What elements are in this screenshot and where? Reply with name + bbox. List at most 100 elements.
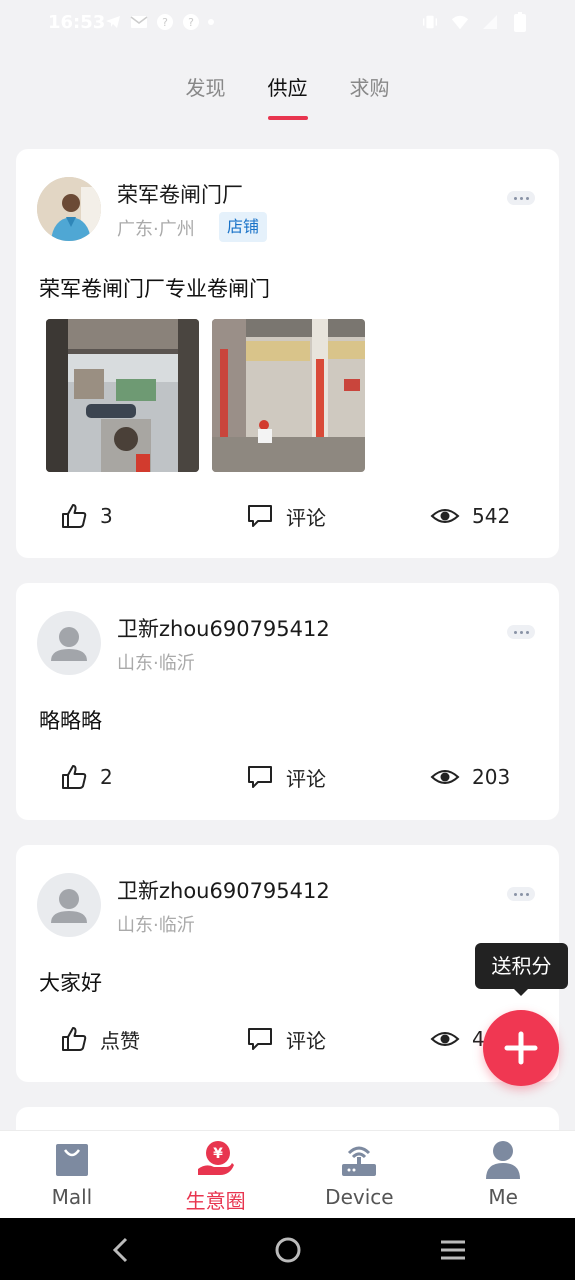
system-nav-bar — [0, 1218, 575, 1280]
like-label: 点赞 — [100, 1028, 140, 1053]
comment-label: 评论 — [286, 505, 326, 530]
comment-label: 评论 — [286, 1028, 326, 1053]
status-notification-icons: ? ? — [104, 13, 214, 31]
post-card[interactable] — [16, 1107, 559, 1130]
post-photo[interactable] — [212, 319, 365, 472]
thumbs-up-icon — [62, 1027, 87, 1051]
more-options-button[interactable] — [507, 191, 535, 205]
nav-me[interactable]: Me — [431, 1131, 575, 1218]
comment-button[interactable]: 评论 — [246, 757, 326, 797]
nav-label: Device — [325, 1185, 394, 1209]
post-actions: 点赞 评论 4 — [16, 1019, 559, 1059]
recents-button[interactable] — [437, 1234, 469, 1266]
post-photos — [46, 319, 365, 472]
tab-label: 求购 — [349, 76, 390, 100]
like-button[interactable]: 点赞 — [60, 1019, 140, 1059]
view-count-value: 542 — [472, 504, 511, 528]
eye-icon — [430, 770, 460, 784]
svg-text:?: ? — [188, 16, 194, 29]
comment-button[interactable]: 评论 — [246, 496, 326, 536]
status-time: 16:53 — [48, 12, 106, 33]
comment-label: 评论 — [286, 766, 326, 791]
eye-icon — [430, 1032, 460, 1046]
router-icon — [339, 1139, 379, 1179]
shop-badge[interactable]: 店铺 — [219, 212, 268, 242]
battery-icon — [511, 12, 529, 32]
wifi-icon — [451, 13, 469, 31]
more-options-button[interactable] — [507, 887, 535, 901]
avatar[interactable] — [37, 177, 101, 241]
home-button[interactable] — [272, 1234, 304, 1266]
nav-label: 生意圈 — [185, 1189, 246, 1213]
avatar[interactable] — [37, 611, 101, 675]
user-location: 广东·广州 — [117, 219, 195, 240]
comment-icon — [248, 505, 272, 527]
active-tab-indicator — [267, 116, 308, 120]
more-notifications-dot-icon — [208, 19, 214, 25]
fab-tooltip: 送积分 — [475, 943, 568, 996]
post-actions: 2 评论 203 — [16, 757, 559, 797]
tab-label: 发现 — [185, 76, 226, 100]
post-card[interactable]: 卫新zhou690795412 山东·临沂 略略略 2 评论 203 — [16, 583, 559, 820]
svg-text:?: ? — [162, 16, 168, 29]
view-count: 542 — [430, 496, 510, 536]
bottom-nav: Mall ¥ 生意圈 Device Me — [0, 1130, 575, 1218]
thumbs-up-icon — [62, 765, 87, 789]
like-button[interactable]: 3 — [60, 496, 113, 536]
user-location: 山东·临沂 — [117, 915, 195, 936]
view-count: 4 — [430, 1019, 485, 1059]
svg-text:¥: ¥ — [213, 1146, 223, 1162]
nav-business-circle[interactable]: ¥ 生意圈 — [144, 1131, 288, 1218]
more-options-button[interactable] — [507, 625, 535, 639]
post-text: 荣军卷闸门厂专业卷闸门 — [39, 277, 270, 301]
status-bar: 16:53 ? ? — [0, 0, 575, 48]
vibrate-icon — [421, 13, 439, 31]
comment-icon — [248, 1028, 272, 1050]
view-count: 203 — [430, 757, 510, 797]
user-name[interactable]: 卫新zhou690795412 — [117, 875, 330, 905]
like-count: 2 — [100, 765, 113, 789]
plus-icon — [504, 1031, 538, 1065]
help-circle-icon: ? — [182, 13, 200, 31]
eye-icon — [430, 509, 460, 523]
tooltip-arrow — [513, 988, 529, 996]
user-location: 山东·临沂 — [117, 653, 195, 674]
post-card[interactable]: 荣军卷闸门厂 广东·广州 店铺 荣军卷闸门厂专业卷闸门 3 评论 542 — [16, 149, 559, 558]
thumbs-up-icon — [62, 504, 87, 528]
feed-tabs: 发现 供应 求购 — [0, 70, 575, 120]
tab-supply[interactable]: 供应 — [267, 70, 308, 120]
back-button[interactable] — [106, 1234, 138, 1266]
shopping-bag-icon — [52, 1139, 92, 1179]
add-post-button[interactable] — [483, 1010, 559, 1086]
yuan-hand-icon: ¥ — [196, 1139, 236, 1179]
post-photo[interactable] — [46, 319, 199, 472]
help-circle-icon: ? — [156, 13, 174, 31]
signal-icon — [481, 13, 499, 31]
nav-mall[interactable]: Mall — [0, 1131, 144, 1218]
nav-label: Me — [488, 1185, 518, 1209]
tab-purchase[interactable]: 求购 — [350, 70, 390, 120]
fab-tooltip-text: 送积分 — [491, 954, 552, 978]
like-button[interactable]: 2 — [60, 757, 113, 797]
home-circle-icon — [275, 1237, 301, 1263]
back-chevron-icon — [112, 1237, 128, 1263]
post-text: 略略略 — [39, 709, 102, 733]
user-name[interactable]: 荣军卷闸门厂 — [117, 179, 243, 209]
like-count: 3 — [100, 504, 113, 528]
mail-icon — [130, 13, 148, 31]
nav-device[interactable]: Device — [288, 1131, 432, 1218]
post-actions: 3 评论 542 — [16, 496, 559, 536]
tab-label: 供应 — [267, 76, 308, 100]
user-name[interactable]: 卫新zhou690795412 — [117, 613, 330, 643]
view-count-value: 203 — [472, 765, 511, 789]
telegram-icon — [104, 13, 122, 31]
comment-button[interactable]: 评论 — [246, 1019, 326, 1059]
post-text: 大家好 — [39, 971, 102, 995]
person-icon — [483, 1139, 523, 1179]
comment-icon — [248, 766, 272, 788]
tab-discover[interactable]: 发现 — [186, 70, 226, 120]
status-system-icons — [421, 12, 529, 32]
nav-label: Mall — [51, 1185, 93, 1209]
avatar[interactable] — [37, 873, 101, 937]
menu-icon — [441, 1240, 465, 1260]
